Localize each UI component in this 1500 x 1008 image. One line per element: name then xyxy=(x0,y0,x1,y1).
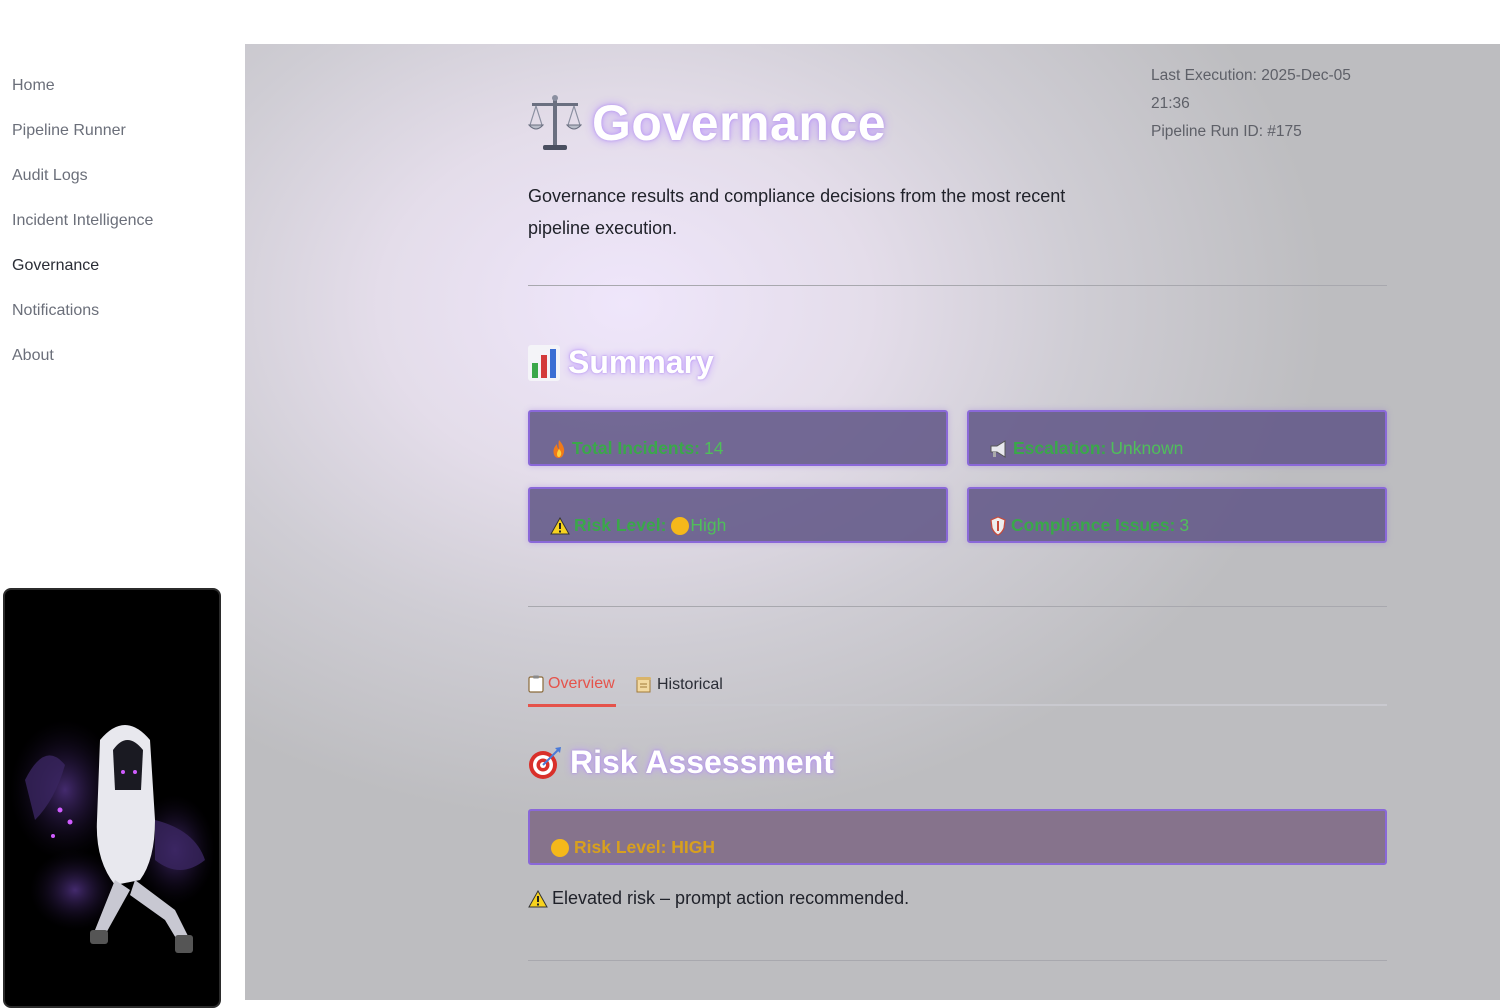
metric-card-risk-level: Risk Level: High xyxy=(528,487,948,543)
risk-level-label: Risk Level: xyxy=(574,515,667,535)
main-content: Last Execution: 2025-Dec-05 21:36 Pipeli… xyxy=(245,44,1500,1000)
megaphone-icon xyxy=(990,439,1006,458)
total-incidents-label: Total Incidents: xyxy=(572,438,701,458)
page-title-text: Governance xyxy=(592,95,887,151)
warning-icon xyxy=(550,516,570,534)
sidebar-item-incident-intelligence[interactable]: Incident Intelligence xyxy=(12,207,153,252)
pipeline-run-id: Pipeline Run ID: #175 xyxy=(1151,123,1302,140)
risk-advice: Elevated risk – prompt action recommende… xyxy=(528,888,909,909)
risk-level-value: High xyxy=(690,515,727,535)
sidebar-nav: Home Pipeline Runner Audit Logs Incident… xyxy=(12,72,153,387)
sidebar-item-pipeline-runner[interactable]: Pipeline Runner xyxy=(12,117,153,162)
tab-overview[interactable]: Overview xyxy=(528,664,616,707)
tab-bar: Overview Historical xyxy=(528,664,1387,707)
tab-overview-label: Overview xyxy=(548,675,615,692)
shield-icon xyxy=(990,515,1006,536)
risk-assessment-heading: Risk Assessment xyxy=(528,744,834,781)
compliance-issues-label: Compliance Issues: xyxy=(1011,515,1176,535)
divider xyxy=(528,960,1387,961)
balance-scale-icon xyxy=(528,95,582,150)
summary-title: Summary xyxy=(568,344,714,380)
summary-heading: Summary xyxy=(528,344,714,381)
execution-meta: Last Execution: 2025-Dec-05 21:36 Pipeli… xyxy=(1151,62,1381,146)
risk-advice-text: Elevated risk – prompt action recommende… xyxy=(552,888,910,908)
clipboard-icon xyxy=(528,675,544,693)
tab-historical[interactable]: Historical xyxy=(635,664,723,706)
sidebar-item-audit-logs[interactable]: Audit Logs xyxy=(12,162,153,207)
scroll-icon xyxy=(636,677,651,693)
tab-historical-label: Historical xyxy=(657,676,723,693)
risk-level-banner-text: Risk Level: HIGH xyxy=(574,837,716,857)
sidebar-item-governance[interactable]: Governance xyxy=(12,252,153,297)
total-incidents-value: 14 xyxy=(704,438,724,458)
hooded-figure-illustration xyxy=(3,588,221,1008)
top-header-bar xyxy=(0,0,1500,44)
last-execution-label: Last Execution: 2025-Dec-05 21:36 xyxy=(1151,67,1351,112)
sidebar-item-home[interactable]: Home xyxy=(12,72,153,117)
warning-icon xyxy=(528,889,548,907)
sidebar-item-notifications[interactable]: Notifications xyxy=(12,297,153,342)
metric-card-compliance-issues: Compliance Issues: 3 xyxy=(967,487,1387,543)
risk-level-banner: Risk Level: HIGH xyxy=(528,809,1387,865)
escalation-label: Escalation: xyxy=(1013,438,1107,458)
target-icon xyxy=(529,746,561,779)
yellow-circle-icon xyxy=(551,838,569,857)
risk-assessment-title: Risk Assessment xyxy=(570,744,834,780)
divider xyxy=(528,606,1387,607)
page-title: Governance xyxy=(528,88,886,158)
sidebar-item-about[interactable]: About xyxy=(12,342,153,387)
page-subtitle: Governance results and compliance decisi… xyxy=(528,186,1066,238)
metric-card-escalation: Escalation: Unknown xyxy=(967,410,1387,466)
hooded-figure-image xyxy=(10,720,215,953)
sidebar: Home Pipeline Runner Audit Logs Incident… xyxy=(0,44,245,1008)
bar-chart-icon xyxy=(528,344,560,381)
divider xyxy=(528,285,1387,286)
yellow-circle-icon xyxy=(671,516,690,535)
metric-card-total-incidents: Total Incidents: 14 xyxy=(528,410,948,466)
fire-icon xyxy=(553,439,565,458)
compliance-issues-value: 3 xyxy=(1179,515,1190,535)
escalation-value: Unknown xyxy=(1110,438,1184,458)
